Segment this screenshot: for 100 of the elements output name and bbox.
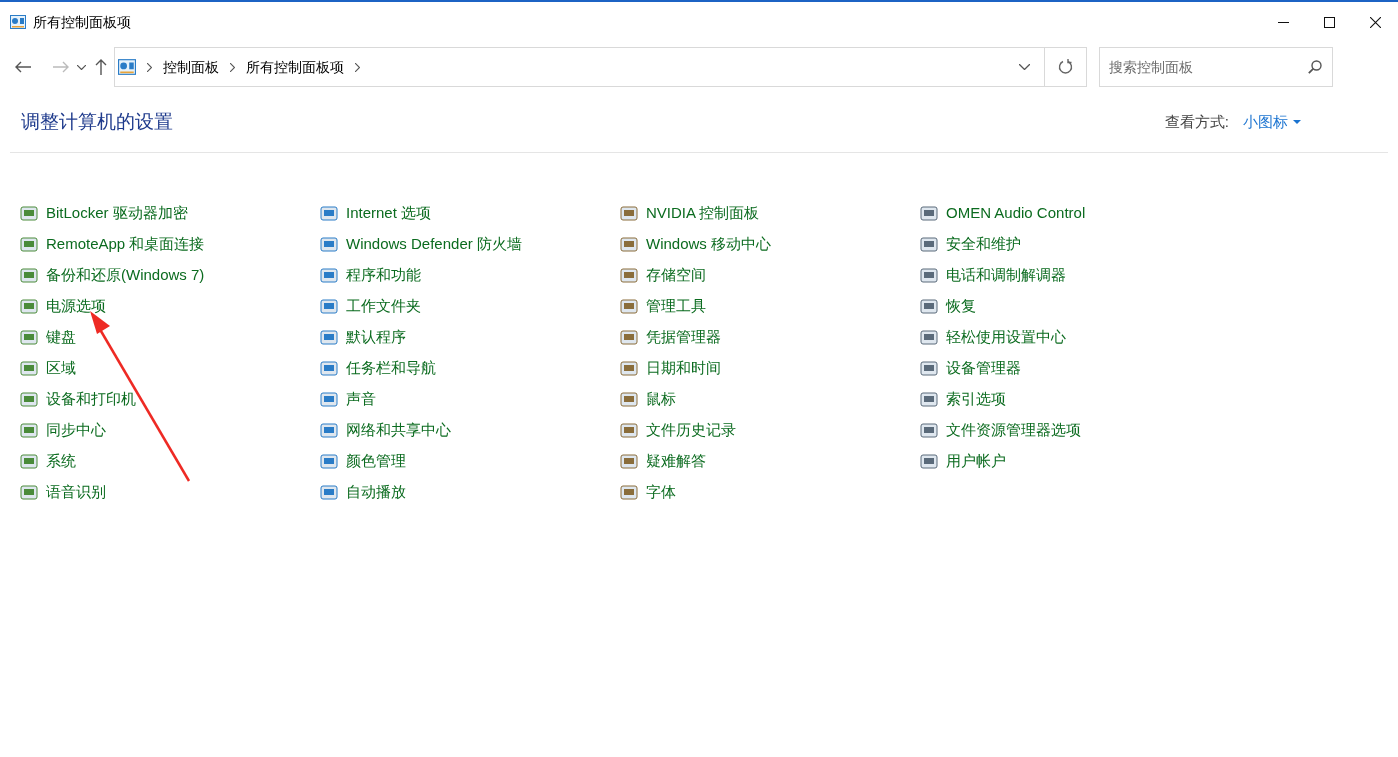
applet-icon bbox=[320, 204, 338, 223]
minimize-icon bbox=[1277, 21, 1289, 23]
view-by-dropdown[interactable]: 小图标 bbox=[1243, 110, 1301, 134]
applet-icon bbox=[320, 328, 338, 347]
applet-icon bbox=[20, 483, 38, 502]
control-panel-icon bbox=[10, 15, 26, 29]
applet-icon bbox=[20, 390, 38, 409]
applet-icon bbox=[920, 235, 938, 254]
applet-icon bbox=[20, 359, 38, 378]
applet-icon bbox=[620, 452, 638, 471]
control-panel-item[interactable]: 轻松使用设置中心 bbox=[920, 322, 1066, 353]
control-panel-item[interactable]: Windows 移动中心 bbox=[620, 229, 772, 260]
control-panel-item[interactable]: OMEN Audio Control bbox=[920, 198, 1086, 229]
applet-icon bbox=[620, 483, 638, 502]
control-panel-item[interactable]: 凭据管理器 bbox=[620, 322, 721, 353]
refresh-icon bbox=[1057, 59, 1074, 75]
page-heading: 调整计算机的设置 bbox=[21, 109, 173, 134]
control-panel-item[interactable]: 电话和调制解调器 bbox=[920, 260, 1066, 291]
applet-icon bbox=[320, 452, 338, 471]
control-panel-item[interactable]: 区域 bbox=[20, 353, 76, 384]
control-panel-item[interactable]: 索引选项 bbox=[920, 384, 1006, 415]
control-panel-item[interactable]: 颜色管理 bbox=[320, 446, 406, 477]
search-icon bbox=[1308, 60, 1322, 74]
control-panel-item[interactable]: 自动播放 bbox=[320, 477, 406, 508]
caret-down-icon bbox=[1293, 120, 1301, 124]
control-panel-item[interactable]: 工作文件夹 bbox=[320, 291, 421, 322]
control-panel-item[interactable]: 文件历史记录 bbox=[620, 415, 736, 446]
breadcrumb-link[interactable]: 控制面板 bbox=[163, 56, 219, 78]
control-panel-item[interactable]: 声音 bbox=[320, 384, 376, 415]
applet-icon bbox=[620, 421, 638, 440]
applet-icon bbox=[320, 297, 338, 316]
close-icon bbox=[1369, 16, 1381, 28]
control-panel-item[interactable]: 网络和共享中心 bbox=[320, 415, 451, 446]
forward-arrow-icon bbox=[53, 61, 69, 73]
applet-icon bbox=[620, 297, 638, 316]
control-panel-item[interactable]: 管理工具 bbox=[620, 291, 706, 322]
applet-icon bbox=[20, 235, 38, 254]
applet-icon bbox=[620, 390, 638, 409]
applet-icon bbox=[320, 266, 338, 285]
maximize-icon bbox=[1323, 16, 1335, 28]
applet-icon bbox=[20, 421, 38, 440]
search-field[interactable]: 搜索控制面板 bbox=[1099, 47, 1333, 87]
applet-icon bbox=[920, 359, 938, 378]
control-panel-item[interactable]: 备份和还原(Windows 7) bbox=[20, 260, 205, 291]
applet-icon bbox=[20, 328, 38, 347]
applet-icon bbox=[320, 235, 338, 254]
control-panel-item[interactable]: 设备管理器 bbox=[920, 353, 1021, 384]
chevron-right-icon bbox=[355, 62, 360, 72]
control-panel-item[interactable]: 电源选项 bbox=[20, 291, 106, 322]
applet-icon bbox=[620, 359, 638, 378]
control-panel-item[interactable]: 语音识别 bbox=[20, 477, 106, 508]
chevron-down-icon bbox=[76, 64, 86, 70]
control-panel-item[interactable]: 存储空间 bbox=[620, 260, 706, 291]
up-arrow-icon bbox=[95, 59, 107, 75]
applet-icon bbox=[20, 204, 38, 223]
breadcrumb-link[interactable]: 所有控制面板项 bbox=[246, 56, 344, 78]
applet-icon bbox=[320, 359, 338, 378]
applet-icon bbox=[320, 421, 338, 440]
control-panel-item[interactable]: 程序和功能 bbox=[320, 260, 421, 291]
applet-icon bbox=[920, 297, 938, 316]
back-arrow-icon bbox=[15, 61, 31, 73]
applet-icon bbox=[320, 390, 338, 409]
applet-icon bbox=[920, 204, 938, 223]
control-panel-item[interactable]: 文件资源管理器选项 bbox=[920, 415, 1081, 446]
control-panel-item[interactable]: 同步中心 bbox=[20, 415, 106, 446]
control-panel-item[interactable]: 系统 bbox=[20, 446, 76, 477]
control-panel-item[interactable]: 设备和打印机 bbox=[20, 384, 136, 415]
control-panel-item[interactable]: 默认程序 bbox=[320, 322, 406, 353]
applet-icon bbox=[620, 328, 638, 347]
applet-icon bbox=[20, 297, 38, 316]
applet-icon bbox=[920, 266, 938, 285]
control-panel-item[interactable]: 键盘 bbox=[20, 322, 76, 353]
applet-icon bbox=[920, 452, 938, 471]
control-panel-item[interactable]: RemoteApp 和桌面连接 bbox=[20, 229, 205, 260]
control-panel-item[interactable]: 恢复 bbox=[920, 291, 976, 322]
control-panel-item[interactable]: 鼠标 bbox=[620, 384, 676, 415]
applet-icon bbox=[920, 390, 938, 409]
control-panel-item[interactable]: 任务栏和导航 bbox=[320, 353, 436, 384]
chevron-down-icon bbox=[1018, 64, 1030, 70]
chevron-right-icon bbox=[147, 62, 152, 72]
applet-icon bbox=[620, 235, 638, 254]
control-panel-item[interactable]: Windows Defender 防火墙 bbox=[320, 229, 522, 260]
control-panel-item[interactable]: BitLocker 驱动器加密 bbox=[20, 198, 188, 229]
control-panel-item[interactable]: 疑难解答 bbox=[620, 446, 706, 477]
address-bar[interactable]: 控制面板 所有控制面板项 bbox=[114, 47, 1087, 87]
control-panel-icon bbox=[118, 59, 136, 75]
control-panel-item[interactable]: 用户帐户 bbox=[920, 446, 1006, 477]
applet-icon bbox=[920, 421, 938, 440]
window-title: 所有控制面板项 bbox=[33, 12, 131, 32]
control-panel-item[interactable]: 日期和时间 bbox=[620, 353, 721, 384]
applet-icon bbox=[620, 266, 638, 285]
applet-icon bbox=[620, 204, 638, 223]
control-panel-item[interactable]: NVIDIA 控制面板 bbox=[620, 198, 760, 229]
chevron-right-icon bbox=[230, 62, 235, 72]
control-panel-item[interactable]: Internet 选项 bbox=[320, 198, 432, 229]
control-panel-item[interactable]: 字体 bbox=[620, 477, 676, 508]
applet-icon bbox=[20, 452, 38, 471]
applet-icon bbox=[20, 266, 38, 285]
control-panel-item[interactable]: 安全和维护 bbox=[920, 229, 1021, 260]
applet-icon bbox=[320, 483, 338, 502]
